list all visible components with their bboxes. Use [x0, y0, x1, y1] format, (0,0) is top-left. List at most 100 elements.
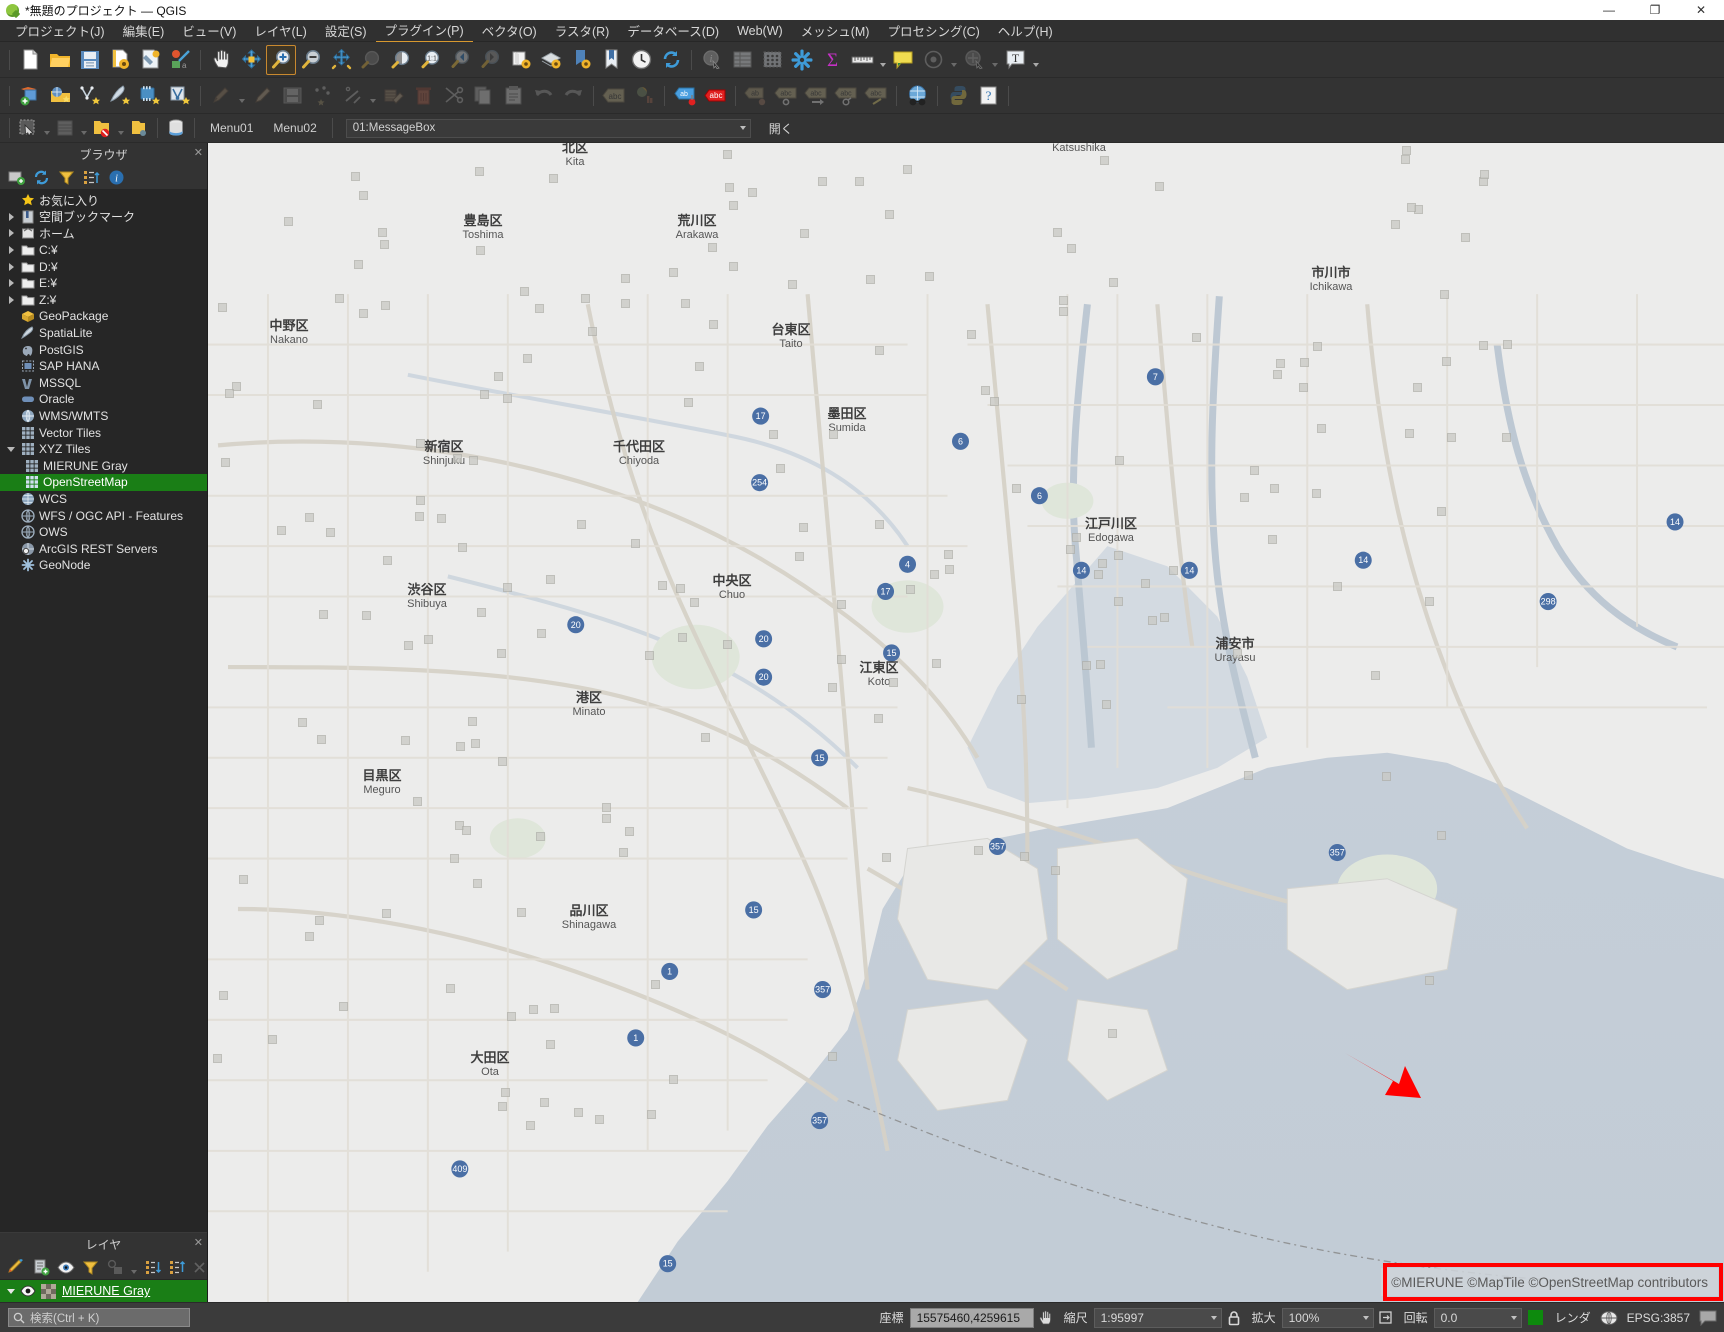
- plugin-menu02[interactable]: Menu02: [263, 121, 326, 135]
- browser-item-geonode[interactable]: GeoNode: [0, 557, 207, 574]
- zoom-last-icon[interactable]: [446, 45, 476, 75]
- chevron-right-icon[interactable]: [4, 229, 18, 238]
- zoom-in-icon[interactable]: [266, 44, 296, 75]
- select-features-icon[interactable]: [15, 116, 41, 140]
- attribute-dropdown-caret-icon[interactable]: [78, 113, 89, 143]
- vertex-tool-icon[interactable]: [337, 81, 367, 111]
- menu-vector[interactable]: ベクタ(O): [473, 19, 546, 42]
- menu-view[interactable]: ビュー(V): [173, 19, 245, 42]
- style-manager-icon[interactable]: [135, 45, 165, 75]
- plugin-open-button[interactable]: 開く: [761, 119, 801, 138]
- remove-layer-icon[interactable]: [191, 1257, 207, 1278]
- paste-features-icon[interactable]: [498, 81, 528, 111]
- messages-icon[interactable]: [1696, 1307, 1720, 1329]
- crs-globe-icon[interactable]: [1597, 1307, 1621, 1329]
- change-label-icon[interactable]: abc: [831, 81, 861, 111]
- browser-item-favorites[interactable]: お気に入り: [0, 192, 207, 209]
- chevron-right-icon[interactable]: [4, 246, 18, 255]
- chevron-down-icon[interactable]: [4, 446, 18, 452]
- browser-item-vector-tiles[interactable]: Vector Tiles: [0, 424, 207, 441]
- folder-red-icon[interactable]: [89, 116, 115, 140]
- add-feature-icon[interactable]: [307, 81, 337, 111]
- pan-hand-icon[interactable]: [1034, 1307, 1058, 1329]
- zoom-to-selection-icon[interactable]: [356, 45, 386, 75]
- filter-legend-icon[interactable]: [79, 1257, 102, 1278]
- python-icon[interactable]: [943, 81, 973, 111]
- add-mssql-layer-icon[interactable]: [165, 81, 195, 111]
- menu-project[interactable]: プロジェクト(J): [6, 19, 114, 42]
- browser-item-wcs[interactable]: WCS: [0, 491, 207, 508]
- folder-yellow-icon[interactable]: [126, 116, 152, 140]
- browser-item-mierune-gray[interactable]: MIERUNE Gray: [0, 458, 207, 475]
- rotation-combo[interactable]: 0.0: [1433, 1307, 1522, 1328]
- add-spatialite-layer-icon[interactable]: [105, 81, 135, 111]
- new-map-view-icon[interactable]: [506, 45, 536, 75]
- save-project-as-icon[interactable]: [105, 45, 135, 75]
- manage-layer-visibility-icon[interactable]: [55, 1257, 78, 1278]
- properties-info-icon[interactable]: i: [105, 167, 128, 188]
- menu-database[interactable]: データベース(D): [618, 19, 728, 42]
- browser-tree[interactable]: お気に入り 空間ブックマーク ホーム C:¥ D:¥ E:¥ Z:¥ GeoPa…: [0, 190, 207, 1165]
- zoom-native-icon[interactable]: 1:1: [416, 45, 446, 75]
- refresh-icon[interactable]: [656, 45, 686, 75]
- modify-attributes-icon[interactable]: [378, 81, 408, 111]
- pin-labels-icon[interactable]: ab: [670, 81, 700, 111]
- menu-processing[interactable]: プロセシング(C): [878, 19, 988, 42]
- layer-style-icon[interactable]: a: [165, 45, 195, 75]
- browser-item-xyz-tiles[interactable]: XYZ Tiles: [0, 441, 207, 458]
- browser-item-wfs-ogc-api[interactable]: WFS / OGC API - Features: [0, 507, 207, 524]
- browser-item-spatial-bookmarks[interactable]: 空間ブックマーク: [0, 209, 207, 226]
- osm-download-icon[interactable]: [902, 81, 932, 111]
- menu-raster[interactable]: ラスタ(R): [546, 19, 619, 42]
- expand-all-icon[interactable]: [142, 1257, 165, 1278]
- toggle-editing-caret-icon[interactable]: [236, 81, 247, 111]
- menu-web[interactable]: Web(W): [728, 22, 792, 40]
- field-calculator-icon[interactable]: [757, 45, 787, 75]
- plugin-script-combo[interactable]: 01:MessageBox: [345, 118, 751, 138]
- zoom-next-icon[interactable]: [476, 45, 506, 75]
- lock-icon[interactable]: [1222, 1307, 1246, 1329]
- minimize-button[interactable]: —: [1586, 0, 1632, 20]
- add-postgis-layer-icon[interactable]: [135, 81, 165, 111]
- toggle-editing-icon[interactable]: [206, 81, 236, 111]
- label-icon[interactable]: abc: [599, 81, 629, 111]
- menu-settings[interactable]: 設定(S): [316, 19, 376, 42]
- browser-item-ows[interactable]: OWS: [0, 524, 207, 541]
- menu-plugins[interactable]: プラグイン(P): [375, 18, 473, 43]
- open-project-icon[interactable]: [45, 45, 75, 75]
- browser-item-drive-z[interactable]: Z:¥: [0, 292, 207, 309]
- processing-toolbox-icon[interactable]: [787, 45, 817, 75]
- menu-edit[interactable]: 編集(E): [114, 19, 174, 42]
- zoom-to-layer-icon[interactable]: [386, 45, 416, 75]
- help-icon[interactable]: ?: [973, 81, 1003, 111]
- maximize-button[interactable]: ❐: [1632, 0, 1678, 20]
- menu-mesh[interactable]: メッシュ(M): [792, 19, 879, 42]
- browser-item-oracle[interactable]: Oracle: [0, 391, 207, 408]
- add-delimited-text-layer-icon[interactable]: [75, 81, 105, 111]
- add-group-icon[interactable]: [30, 1257, 53, 1278]
- layers-close-icon[interactable]: ✕: [194, 1236, 203, 1249]
- layers-list[interactable]: MIERUNE Gray: [0, 1280, 207, 1302]
- annotation-dropdown-caret-icon[interactable]: [948, 45, 959, 75]
- browser-item-geopackage[interactable]: GeoPackage: [0, 308, 207, 325]
- filter-icon[interactable]: [55, 167, 78, 188]
- measure-dropdown-caret-icon[interactable]: [877, 45, 888, 75]
- database-icon[interactable]: [163, 116, 189, 140]
- save-layer-edits-icon[interactable]: [277, 81, 307, 111]
- close-button[interactable]: ✕: [1678, 0, 1724, 20]
- collapse-all-icon[interactable]: [166, 1257, 189, 1278]
- rotate-label-icon[interactable]: abc: [801, 81, 831, 111]
- select-dropdown-caret-icon[interactable]: [41, 113, 52, 143]
- filter-expression-caret-icon[interactable]: [129, 1257, 140, 1278]
- attribute-table-icon[interactable]: [52, 116, 78, 140]
- browser-close-icon[interactable]: ✕: [194, 146, 203, 159]
- vertex-tool-caret-icon[interactable]: [367, 81, 378, 111]
- add-layer-icon[interactable]: [5, 167, 28, 188]
- search-input[interactable]: 検索(Ctrl + K): [8, 1308, 190, 1327]
- undo-icon[interactable]: [528, 81, 558, 111]
- browser-item-arcgis-rest-servers[interactable]: ArcGIS REST Servers: [0, 540, 207, 557]
- add-vector-layer-icon[interactable]: [15, 81, 45, 111]
- move-label-icon[interactable]: abc: [771, 81, 801, 111]
- text-annotation-dropdown-caret-icon[interactable]: [1030, 45, 1041, 75]
- filter-legend-expression-icon[interactable]: [104, 1257, 127, 1278]
